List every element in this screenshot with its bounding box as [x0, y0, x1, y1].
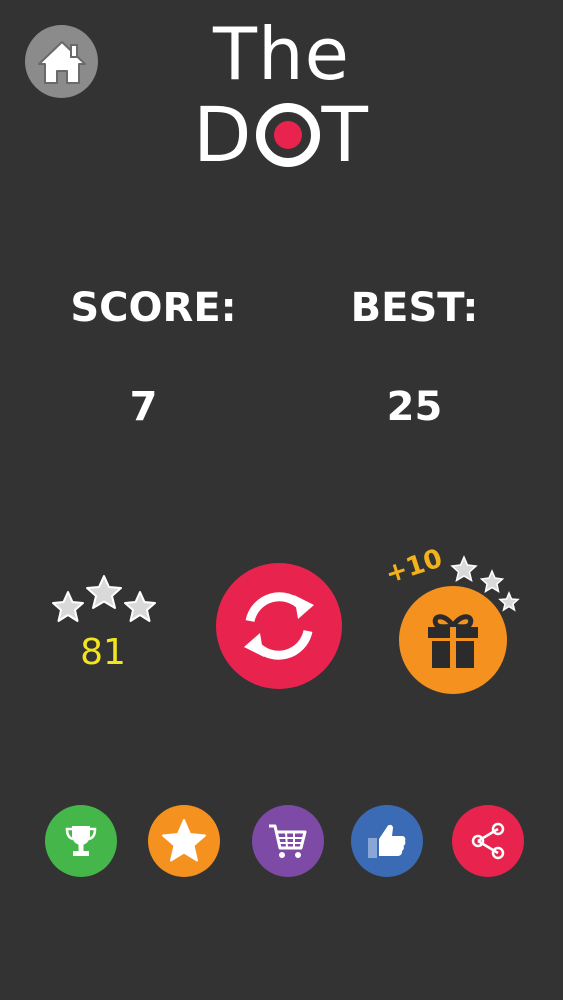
- star-count: 81: [80, 632, 126, 673]
- title-letter-t: T: [321, 90, 368, 179]
- cart-icon: [269, 824, 307, 858]
- gift-button[interactable]: [399, 586, 507, 694]
- score-label: SCORE:: [70, 285, 237, 331]
- title-letter-d: D: [193, 90, 252, 179]
- game-title-line2: D T: [193, 95, 383, 175]
- gift-bonus-label: +10: [381, 543, 447, 590]
- gift-icon: [428, 614, 478, 668]
- star-icon-right: [124, 591, 156, 622]
- gift-star-icon: [498, 591, 520, 612]
- star-icon-left: [52, 591, 84, 622]
- score-value: 7: [129, 384, 158, 430]
- best-value: 25: [386, 384, 443, 430]
- shop-button[interactable]: [252, 805, 324, 877]
- gift-star-icon: [479, 569, 505, 594]
- replay-icon: [244, 592, 314, 660]
- star-icon-center: [86, 575, 122, 609]
- title-dot-logo: [255, 103, 320, 167]
- replay-button[interactable]: [216, 563, 342, 689]
- star-icon: [162, 819, 206, 862]
- best-label: BEST:: [350, 285, 479, 331]
- share-icon: [471, 822, 505, 860]
- thumbs-up-icon: [368, 824, 406, 858]
- game-title-line1: The: [213, 12, 350, 96]
- gift-star-icon: [450, 555, 478, 583]
- leaderboard-button[interactable]: [45, 805, 117, 877]
- rate-button[interactable]: [148, 805, 220, 877]
- like-button[interactable]: [351, 805, 423, 877]
- share-button[interactable]: [452, 805, 524, 877]
- trophy-icon: [65, 826, 97, 856]
